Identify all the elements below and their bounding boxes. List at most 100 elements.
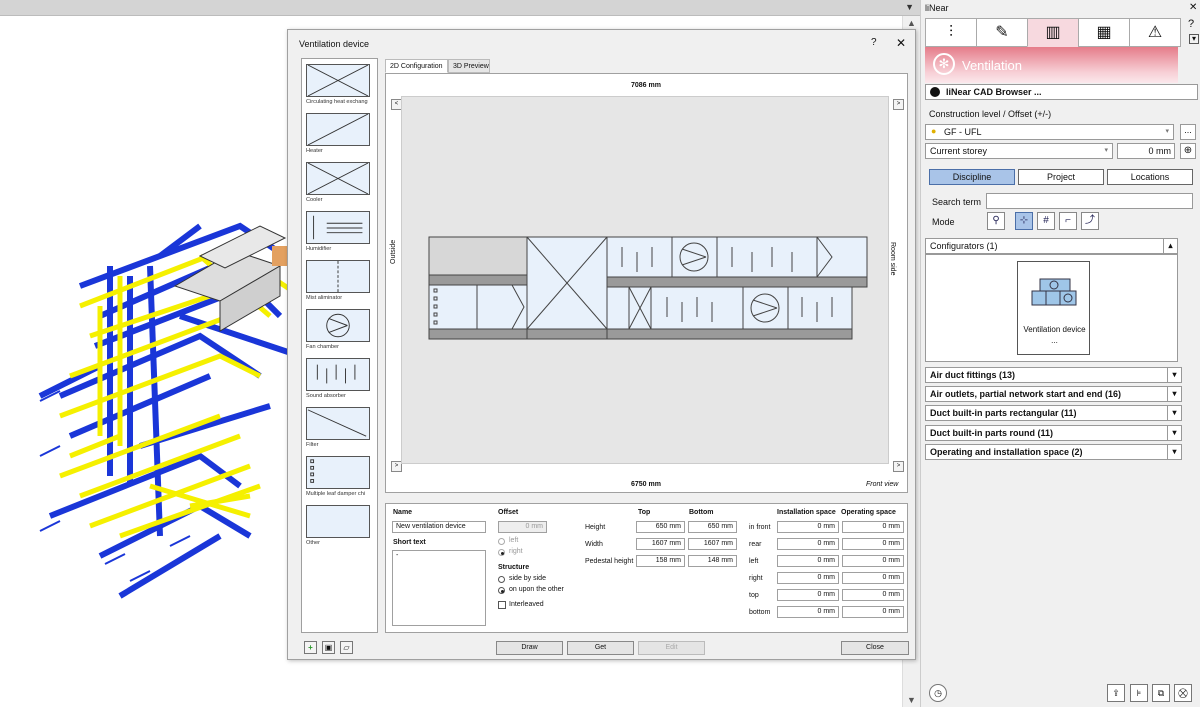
grid-icon: ▦ xyxy=(1096,24,1112,41)
width-top-input[interactable]: 1607 mm xyxy=(636,538,685,550)
storey-offset-input[interactable]: 0 mm xyxy=(1117,143,1175,159)
scroll-down-icon[interactable]: ▼ xyxy=(907,695,916,705)
close-icon[interactable]: ✕ xyxy=(896,36,906,50)
storey-select[interactable]: Current storey ▾ xyxy=(925,143,1113,159)
category-duct-built-in-rectangular[interactable]: Duct built-in parts rectangular (11) ▾ xyxy=(925,405,1182,421)
offset-right-radio[interactable] xyxy=(498,549,505,556)
mode-route-icon[interactable]: ⤴ xyxy=(1081,212,1099,230)
operating-front-input[interactable]: 0 mm xyxy=(842,521,904,533)
nav-right-bottom-button[interactable]: > xyxy=(893,461,904,472)
tab-2d-configuration[interactable]: 2D Configuration xyxy=(385,59,448,73)
library-item-circulating-heat-exchanger[interactable]: Circulating heat exchang xyxy=(306,64,377,112)
library-item-label: Mist aliminator xyxy=(306,295,343,301)
structure-upon-label: on upon the other xyxy=(509,586,564,593)
library-item-cooler[interactable]: Cooler xyxy=(306,162,377,210)
close-button[interactable]: Close xyxy=(841,641,909,655)
panel-close-icon[interactable]: ✕ xyxy=(1189,2,1197,13)
tab-library[interactable]: ▥ xyxy=(1027,18,1079,47)
more-button[interactable]: ... xyxy=(1180,124,1196,140)
library-item-label: Fan chamber xyxy=(306,344,339,350)
install-top-input[interactable]: 0 mm xyxy=(777,589,839,601)
pedestal-top-input[interactable]: 158 mm xyxy=(636,555,685,567)
help-circle-icon[interactable]: ? xyxy=(1188,18,1194,30)
tree-icon[interactable]: ⊧ xyxy=(1130,684,1148,702)
history-icon[interactable]: ◷ xyxy=(929,684,947,702)
category-air-outlets[interactable]: Air outlets, partial network start and e… xyxy=(925,386,1182,402)
draw-button[interactable]: Draw xyxy=(496,641,563,655)
segment-project[interactable]: Project xyxy=(1018,169,1104,185)
category-air-duct-fittings[interactable]: Air duct fittings (13) ▾ xyxy=(925,367,1182,383)
mode-grid-icon[interactable]: # xyxy=(1037,212,1055,230)
tab-dropdown-icon[interactable]: ▼ xyxy=(905,2,914,12)
library-item-label: Circulating heat exchang xyxy=(306,99,368,105)
scroll-up-icon[interactable]: ▲ xyxy=(907,18,916,28)
width-bottom-input[interactable]: 1607 mm xyxy=(688,538,737,550)
tab-3d-preview[interactable]: 3D Preview xyxy=(448,59,490,73)
save-icon[interactable]: ▣ xyxy=(322,641,335,654)
search-input[interactable] xyxy=(986,193,1193,209)
library-item-filter[interactable]: Filter xyxy=(306,407,377,455)
configurators-header[interactable]: Configurators (1) ▴ xyxy=(925,238,1178,254)
pencil-icon: ✎ xyxy=(995,24,1009,41)
panel-menu-icon[interactable]: ▾ xyxy=(1189,34,1199,44)
add-icon[interactable]: + xyxy=(304,641,317,654)
height-bottom-input[interactable]: 650 mm xyxy=(688,521,737,533)
install-front-input[interactable]: 0 mm xyxy=(777,521,839,533)
install-bottom-input[interactable]: 0 mm xyxy=(777,606,839,618)
short-text-label: Short text xyxy=(393,539,426,546)
library-item-mist-eliminator[interactable]: Mist aliminator xyxy=(306,260,377,308)
configurators-scrollbar[interactable] xyxy=(1178,238,1198,362)
library-item-other[interactable]: Other xyxy=(306,505,377,553)
structure-side-radio[interactable] xyxy=(498,576,505,583)
nav-right-top-button[interactable]: > xyxy=(893,99,904,110)
library-item-heater[interactable]: Heater xyxy=(306,113,377,161)
open-icon[interactable]: ▱ xyxy=(340,641,353,654)
library-item-fan-chamber[interactable]: Fan chamber xyxy=(306,309,377,357)
name-input[interactable]: New ventilation device xyxy=(392,521,486,533)
operating-rear-input[interactable]: 0 mm xyxy=(842,538,904,550)
operating-top-input[interactable]: 0 mm xyxy=(842,589,904,601)
interleaved-checkbox[interactable] xyxy=(498,601,506,609)
install-left-input[interactable]: 0 mm xyxy=(777,555,839,567)
chevron-down-icon: ▾ xyxy=(1167,425,1181,441)
help-icon[interactable]: ? xyxy=(871,37,877,48)
offset-input[interactable]: 0 mm xyxy=(498,521,547,533)
category-operating-space[interactable]: Operating and installation space (2) ▾ xyxy=(925,444,1182,460)
install-rear-input[interactable]: 0 mm xyxy=(777,538,839,550)
tab-grid[interactable]: ▦ xyxy=(1078,18,1130,47)
mode-step-icon[interactable]: ⌐ xyxy=(1059,212,1077,230)
install-right-input[interactable]: 0 mm xyxy=(777,572,839,584)
pick-target-icon[interactable]: ⊕ xyxy=(1180,143,1196,159)
pedestal-bottom-input[interactable]: 148 mm xyxy=(688,555,737,567)
structure-upon-radio[interactable] xyxy=(498,587,505,594)
top-dimension: 7086 mm xyxy=(631,82,661,89)
delete-link-icon[interactable]: ⛒ xyxy=(1174,684,1192,702)
segment-locations[interactable]: Locations xyxy=(1107,169,1193,185)
cad-browser-button[interactable]: liNear CAD Browser ... xyxy=(925,84,1198,100)
get-button[interactable]: Get xyxy=(567,641,634,655)
short-text-input[interactable]: - xyxy=(392,550,486,626)
category-duct-built-in-round[interactable]: Duct built-in parts round (11) ▾ xyxy=(925,425,1182,441)
operating-left-input[interactable]: 0 mm xyxy=(842,555,904,567)
height-top-input[interactable]: 650 mm xyxy=(636,521,685,533)
segment-discipline[interactable]: Discipline xyxy=(929,169,1015,185)
export-icon[interactable]: ⇪ xyxy=(1107,684,1125,702)
duplicate-icon[interactable]: ⧉ xyxy=(1152,684,1170,702)
offset-left-radio[interactable] xyxy=(498,538,505,545)
chevron-down-icon: ▾ xyxy=(1104,147,1108,154)
mode-add-icon[interactable]: ⊹ xyxy=(1015,212,1033,230)
discipline-header: ✻ Ventilation xyxy=(925,47,1178,83)
edit-button[interactable]: Edit xyxy=(638,641,705,655)
construction-level-select[interactable]: ● GF - UFL ▾ xyxy=(925,124,1174,140)
operating-bottom-input[interactable]: 0 mm xyxy=(842,606,904,618)
library-item-humidifier[interactable]: Humidifier xyxy=(306,211,377,259)
tab-edit[interactable]: ✎ xyxy=(976,18,1028,47)
unit-canvas[interactable] xyxy=(401,96,889,464)
pipette-icon[interactable]: ⚲ xyxy=(987,212,1005,230)
tab-settings[interactable]: ⫶ xyxy=(925,18,977,47)
configurator-tile[interactable]: Ventilation device ... xyxy=(1017,261,1090,355)
tab-warnings[interactable]: ⚠ xyxy=(1129,18,1181,47)
library-item-sound-absorber[interactable]: Sound absorber xyxy=(306,358,377,406)
library-item-multiple-leaf-damper[interactable]: Multiple leaf damper chi xyxy=(306,456,377,504)
operating-right-input[interactable]: 0 mm xyxy=(842,572,904,584)
